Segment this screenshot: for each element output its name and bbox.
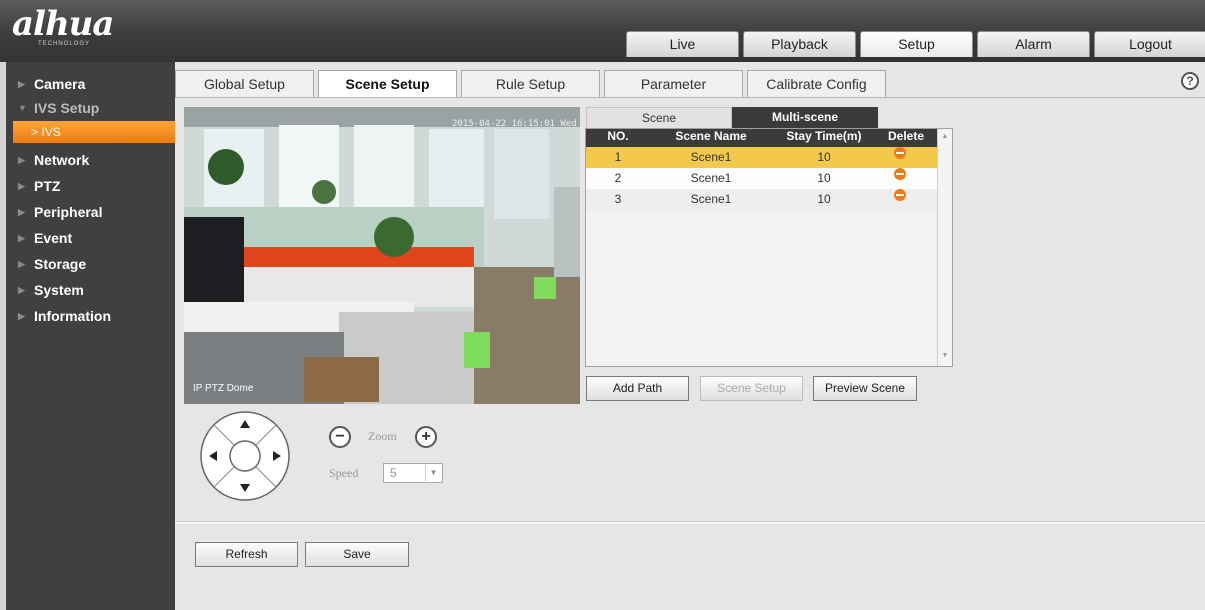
sidebar-item-label: Network bbox=[34, 152, 90, 168]
nav-logout[interactable]: Logout bbox=[1094, 31, 1205, 57]
ptz-direction-pad[interactable] bbox=[199, 410, 291, 502]
sidebar: ▶ Camera ▼ IVS Setup > IVS ▶ Network ▶ P… bbox=[6, 62, 175, 610]
main-content: Global Setup Scene Setup Rule Setup Para… bbox=[175, 62, 1205, 610]
speed-value: 5 bbox=[390, 466, 397, 480]
chevron-right-icon: ▶ bbox=[18, 285, 25, 295]
zoom-out-button[interactable]: − bbox=[329, 426, 351, 448]
sidebar-item-system[interactable]: ▶ System bbox=[6, 277, 175, 303]
tab-multi-scene[interactable]: Multi-scene bbox=[732, 107, 878, 128]
table-row[interactable]: 3 Scene1 10 bbox=[586, 189, 938, 210]
sidebar-item-label: IVS Setup bbox=[34, 100, 100, 116]
chevron-right-icon: ▶ bbox=[18, 233, 25, 243]
refresh-button[interactable]: Refresh bbox=[195, 542, 298, 567]
nav-live[interactable]: Live bbox=[626, 31, 739, 57]
delete-icon[interactable] bbox=[894, 168, 906, 180]
video-preview[interactable]: 2015-04-22 16:15:01 Wed IP PTZ Dome bbox=[184, 107, 580, 404]
chevron-right-icon: ▶ bbox=[18, 311, 25, 321]
scroll-up-icon[interactable]: ▲ bbox=[938, 131, 952, 143]
save-button[interactable]: Save bbox=[305, 542, 409, 567]
sidebar-item-label: PTZ bbox=[34, 178, 61, 194]
row-scene-name: Scene1 bbox=[690, 192, 732, 206]
delete-icon[interactable] bbox=[894, 147, 906, 159]
table-scrollbar[interactable]: ▲ ▼ bbox=[937, 129, 952, 366]
col-scene-name: Scene Name bbox=[675, 129, 747, 143]
dahua-logo: alhua bbox=[12, 4, 114, 44]
sidebar-item-ivs-setup[interactable]: ▼ IVS Setup bbox=[6, 95, 175, 121]
sidebar-item-label: IVS bbox=[41, 125, 61, 139]
sidebar-subitem-ivs[interactable]: > IVS bbox=[13, 121, 175, 143]
logo-subtitle: TECHNOLOGY bbox=[38, 41, 91, 47]
sidebar-item-label: Peripheral bbox=[34, 204, 103, 220]
tab-divider bbox=[175, 97, 1205, 98]
tab-parameter[interactable]: Parameter bbox=[604, 70, 743, 98]
sidebar-item-information[interactable]: ▶ Information bbox=[6, 303, 175, 329]
row-no: 3 bbox=[614, 192, 622, 206]
sidebar-item-ptz[interactable]: ▶ PTZ bbox=[6, 173, 175, 199]
nav-setup[interactable]: Setup bbox=[860, 31, 973, 57]
chevron-right-icon: ▶ bbox=[18, 259, 25, 269]
osd-timestamp: 2015-04-22 16:15:01 Wed bbox=[452, 119, 577, 129]
sidebar-item-label: Information bbox=[34, 308, 111, 324]
chevron-down-icon: ▼ bbox=[18, 103, 27, 113]
help-icon[interactable]: ? bbox=[1181, 72, 1199, 90]
speed-label: Speed bbox=[329, 466, 359, 480]
section-divider bbox=[175, 521, 1205, 524]
sidebar-item-camera[interactable]: ▶ Camera bbox=[6, 71, 175, 97]
chevron-right-icon: ▶ bbox=[18, 181, 25, 191]
sidebar-item-peripheral[interactable]: ▶ Peripheral bbox=[6, 199, 175, 225]
sidebar-item-network[interactable]: ▶ Network bbox=[6, 147, 175, 173]
top-header: alhua TECHNOLOGY Live Playback Setup Ala… bbox=[0, 0, 1205, 62]
scene-setup-button[interactable]: Scene Setup bbox=[700, 376, 803, 401]
tab-scene-setup[interactable]: Scene Setup bbox=[318, 70, 457, 98]
camera-scene-image bbox=[184, 107, 580, 404]
sidebar-item-label: Camera bbox=[34, 76, 86, 92]
row-stay-time: 10 bbox=[817, 171, 831, 185]
sidebar-item-event[interactable]: ▶ Event bbox=[6, 225, 175, 251]
row-no: 1 bbox=[614, 150, 622, 164]
speed-select[interactable]: 5 ▼ bbox=[383, 463, 443, 483]
preview-scene-button[interactable]: Preview Scene bbox=[813, 376, 917, 401]
chevron-right-icon: ▶ bbox=[18, 79, 25, 89]
osd-camera-name: IP PTZ Dome bbox=[193, 383, 254, 394]
row-scene-name: Scene1 bbox=[690, 171, 732, 185]
tab-rule-setup[interactable]: Rule Setup bbox=[461, 70, 600, 98]
row-stay-time: 10 bbox=[817, 192, 831, 206]
row-stay-time: 10 bbox=[817, 150, 831, 164]
col-stay-time: Stay Time(m) bbox=[786, 129, 862, 143]
table-row[interactable]: 1 Scene1 10 bbox=[586, 147, 938, 168]
zoom-in-button[interactable]: + bbox=[415, 426, 437, 448]
chevron-right-icon: ▶ bbox=[18, 207, 25, 217]
sidebar-item-label: Storage bbox=[34, 256, 87, 272]
table-header: NO. Scene Name Stay Time(m) Delete bbox=[586, 129, 938, 147]
multi-scene-table: NO. Scene Name Stay Time(m) Delete 1 Sce… bbox=[585, 128, 953, 367]
col-delete: Delete bbox=[887, 129, 925, 143]
sidebar-item-label: Event bbox=[34, 230, 73, 246]
row-scene-name: Scene1 bbox=[690, 150, 732, 164]
table-row[interactable]: 2 Scene1 10 bbox=[586, 168, 938, 189]
scroll-down-icon[interactable]: ▼ bbox=[938, 350, 952, 362]
nav-playback[interactable]: Playback bbox=[743, 31, 856, 57]
sidebar-item-label: System bbox=[34, 282, 84, 298]
sidebar-item-storage[interactable]: ▶ Storage bbox=[6, 251, 175, 277]
nav-alarm[interactable]: Alarm bbox=[977, 31, 1090, 57]
tab-calibrate-config[interactable]: Calibrate Config bbox=[747, 70, 886, 98]
tab-global-setup[interactable]: Global Setup bbox=[175, 70, 314, 98]
tab-scene[interactable]: Scene bbox=[586, 107, 732, 128]
zoom-label: Zoom bbox=[368, 429, 397, 443]
add-path-button[interactable]: Add Path bbox=[586, 376, 689, 401]
chevron-right-icon: ▶ bbox=[18, 155, 25, 165]
col-no: NO. bbox=[607, 129, 629, 143]
chevron-right-icon: > bbox=[31, 125, 39, 139]
row-no: 2 bbox=[614, 171, 622, 185]
delete-icon[interactable] bbox=[894, 189, 906, 201]
chevron-down-icon: ▼ bbox=[425, 465, 441, 481]
